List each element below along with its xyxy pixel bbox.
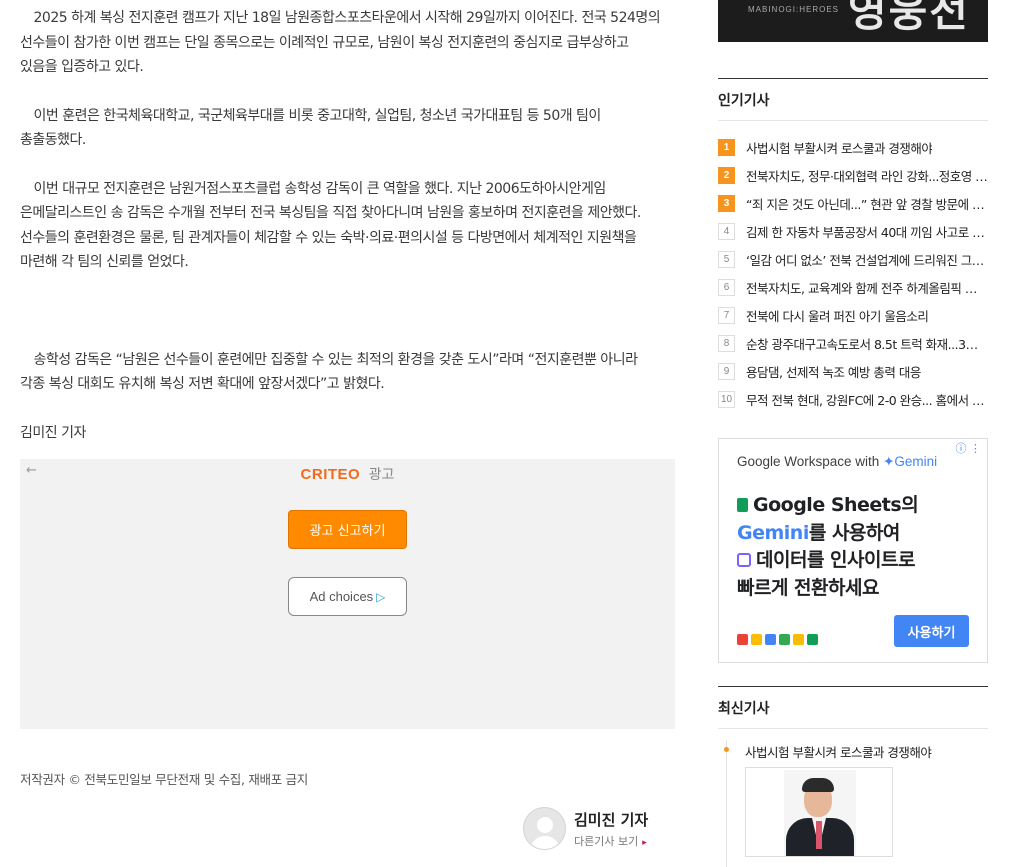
caret-right-icon: ▸ [642, 837, 647, 848]
gw-line3: 데이터를 인사이트로 [756, 549, 915, 571]
google-workspace-ad[interactable]: ⓘ ⋮ Google Workspace with ✦Gemini Google… [718, 438, 988, 663]
avatar [523, 807, 566, 850]
reporter-more-link[interactable]: 다른기사 보기 ▸ [574, 833, 648, 849]
ad-header: CRITEO 광고 [20, 464, 675, 484]
workspace-apps-icons [737, 634, 818, 645]
rank-badge: 2 [718, 166, 735, 184]
copyright-notice: 저작권자 © 전북도민일보 무단전재 및 수집, 재배포 금지 [20, 772, 308, 787]
banner-small-text: MABINOGI:HEROES [748, 5, 840, 14]
popular-item-title[interactable]: 용담댐, 선제적 녹조 예방 총력 대응 [746, 362, 921, 381]
article-byline: 김미진 기자 [20, 424, 86, 441]
article-paragraph: 송학성 감독은 “남원은 선수들이 훈련에만 집중할 수 있는 최적의 환경을 … [20, 351, 638, 393]
banner-big-text: 영웅전 [848, 0, 970, 36]
popular-item-title[interactable]: “죄 지은 것도 아닌데...” 현관 앞 경찰 방문에 놀란 주민들 [746, 194, 988, 213]
rank-badge: 3 [718, 194, 735, 212]
popular-item[interactable]: 6 전북자치도, 교육계와 함께 전주 하계올림픽 유치 나선다 [718, 273, 988, 301]
gw-line2-gemini: Gemini [737, 521, 809, 544]
reporter-card[interactable]: 김미진 기자 다른기사 보기 ▸ [523, 807, 648, 850]
popular-item[interactable]: 1 사법시험 부활시켜 로스쿨과 경쟁해야 [718, 133, 988, 161]
gw-brand-prefix: Google Workspace with [737, 454, 884, 469]
rank-badge: 5 [718, 250, 735, 268]
rank-badge: 6 [718, 278, 735, 296]
gw-line4: 빠르게 전환하세요 [737, 576, 879, 599]
rank-badge: 9 [718, 362, 735, 380]
gemini-spark-icon: ✦ [883, 454, 895, 469]
rank-badge: 1 [718, 138, 735, 156]
popular-item[interactable]: 3 “죄 지은 것도 아닌데...” 현관 앞 경찰 방문에 놀란 주민들 [718, 189, 988, 217]
rank-badge: 8 [718, 334, 735, 352]
sheets-icon [737, 498, 748, 512]
article-paragraph: 2025 하계 복싱 전지훈련 캠프가 지난 18일 남원종합스포츠타운에서 시… [20, 10, 661, 75]
gw-line1: Google Sheets의 [753, 494, 919, 516]
popular-item-title[interactable]: 순창 광주대구고속도로서 8.5t 트럭 화재...3시간 만에 진화 [746, 334, 988, 353]
popular-item[interactable]: 7 전북에 다시 울려 퍼진 아기 울음소리 [718, 301, 988, 329]
article-body: 2025 하계 복싱 전지훈련 캠프가 지난 18일 남원종합스포츠타운에서 시… [20, 6, 662, 445]
popular-section-title: 인기기사 [718, 78, 988, 121]
rank-badge: 10 [718, 390, 735, 408]
popular-list: 1 사법시험 부활시켜 로스쿨과 경쟁해야 2 전북자치도, 정무·대외협력 라인 … [718, 133, 988, 413]
gmail-icon [737, 634, 748, 645]
popular-item[interactable]: 5 ‘일감 어디 없소’ 전북 건설업계에 드리워진 그림자 [718, 245, 988, 273]
report-ad-button[interactable]: 광고 신고하기 [288, 510, 407, 549]
game-banner-ad[interactable]: MABINOGI:HEROES 영웅전 [718, 0, 988, 42]
drive-icon [779, 634, 790, 645]
popular-item[interactable]: 2 전북자치도, 정무·대외협력 라인 강화...정호영 정무수석·오해록 국회협… [718, 161, 988, 189]
gw-brand: Google Workspace with ✦Gemini [737, 454, 937, 470]
try-now-button[interactable]: 사용하기 [894, 615, 969, 647]
rank-badge: 7 [718, 306, 735, 324]
keep-icon [793, 634, 804, 645]
gw-headline: Google Sheets의 Gemini를 사용하여 데이터를 인사이트로 빠… [737, 492, 919, 602]
docs-icon [765, 634, 776, 645]
meet-icon [807, 634, 818, 645]
reporter-more-label: 다른기사 보기 [574, 834, 639, 848]
popular-item[interactable]: 4 김제 한 자동차 부품공장서 40대 끼임 사고로 숨져 [718, 217, 988, 245]
calendar-icon [751, 634, 762, 645]
latest-item-title[interactable]: 사법시험 부활시켜 로스쿨과 경쟁해야 [745, 742, 932, 761]
ad-choices-label: Ad choices [309, 589, 374, 604]
popular-item-title[interactable]: ‘일감 어디 없소’ 전북 건설업계에 드리워진 그림자 [746, 250, 988, 269]
latest-item-thumbnail[interactable] [745, 767, 893, 857]
ad-choices-button[interactable]: Ad choices ▷ [288, 577, 407, 616]
popular-item[interactable]: 10 무적 전북 현대, 강원FC에 2-0 완승... 홈에서 무패 행진 [718, 385, 988, 413]
popular-item[interactable]: 9 용담댐, 선제적 녹조 예방 총력 대응 [718, 357, 988, 385]
rank-badge: 4 [718, 222, 735, 240]
popular-item-title[interactable]: 전북자치도, 정무·대외협력 라인 강화...정호영 정무수석·오해록 국회협력… [746, 166, 988, 185]
article-paragraph: 이번 대규모 전지훈련은 남원거점스포츠클럽 송학성 감독이 큰 역할을 했다.… [20, 180, 641, 271]
criteo-ad[interactable]: ← CRITEO 광고 광고 신고하기 Ad choices ▷ [20, 459, 675, 729]
insight-icon [737, 553, 751, 567]
popular-item-title[interactable]: 사법시험 부활시켜 로스쿨과 경쟁해야 [746, 138, 932, 157]
timeline-dot-icon [724, 747, 729, 752]
reporter-name: 김미진 기자 [574, 810, 649, 829]
article-paragraph: 이번 훈련은 한국체육대학교, 국군체육부대를 비롯 중고대학, 실업팀, 청소… [20, 107, 601, 149]
ad-info-icon[interactable]: ⓘ ⋮ [956, 440, 982, 456]
popular-item-title[interactable]: 전북에 다시 울려 퍼진 아기 울음소리 [746, 306, 928, 325]
popular-item[interactable]: 8 순창 광주대구고속도로서 8.5t 트럭 화재...3시간 만에 진화 [718, 329, 988, 357]
gw-brand-gemini: Gemini [894, 454, 938, 469]
latest-section-title: 최신기사 [718, 686, 988, 729]
popular-item-title[interactable]: 전북자치도, 교육계와 함께 전주 하계올림픽 유치 나선다 [746, 278, 988, 297]
gw-line2-rest: 를 사용하여 [808, 521, 901, 544]
criteo-logo: CRITEO [300, 466, 361, 483]
timeline-line [726, 740, 727, 867]
popular-item-title[interactable]: 무적 전북 현대, 강원FC에 2-0 완승... 홈에서 무패 행진 [746, 390, 988, 409]
ad-choices-icon: ▷ [376, 589, 386, 604]
ad-label: 광고 [368, 467, 395, 483]
popular-item-title[interactable]: 김제 한 자동차 부품공장서 40대 끼임 사고로 숨져 [746, 222, 988, 241]
